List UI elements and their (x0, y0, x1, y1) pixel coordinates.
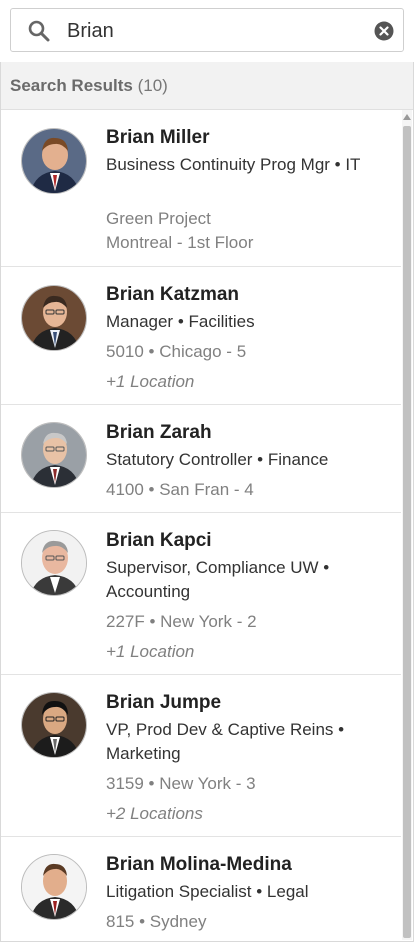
person-title: VP, Prod Dev & Captive Reins • Marketing (106, 720, 345, 763)
avatar (21, 692, 87, 758)
person-name: Brian Jumpe (106, 692, 222, 713)
list-item[interactable]: Brian Molina-Medina Litigation Specialis… (1, 837, 401, 940)
person-title: Supervisor, Compliance UW • Accounting (106, 558, 330, 601)
avatar (21, 285, 87, 351)
list-item[interactable]: Brian Jumpe VP, Prod Dev & Captive Reins… (1, 675, 401, 837)
search-bar: Brian (0, 0, 414, 62)
clear-icon[interactable] (374, 21, 394, 41)
person-name: Brian Molina-Medina (106, 854, 292, 875)
person-location-detail: Montreal - 1st Floor (106, 233, 254, 252)
person-name: Brian Kapci (106, 530, 212, 551)
person-title: Statutory Controller • Finance (106, 450, 329, 469)
list-item[interactable]: Brian Katzman Manager • Facilities 5010 … (1, 267, 401, 405)
person-location: 5010 • Chicago - 5 (106, 342, 247, 361)
extra-locations[interactable]: +1 Location (106, 640, 194, 664)
person-location: 227F • New York - 2 (106, 612, 257, 631)
scroll-up-arrow-icon[interactable] (403, 114, 411, 120)
person-title: Manager • Facilities (106, 312, 255, 331)
avatar (21, 530, 87, 596)
search-icon (28, 20, 50, 42)
list-item[interactable]: Brian Miller Business Continuity Prog Mg… (1, 110, 401, 267)
person-name: Brian Miller (106, 127, 210, 148)
extra-locations[interactable]: +1 Location (106, 370, 194, 394)
results-list: Brian Miller Business Continuity Prog Mg… (1, 110, 401, 940)
person-location: 4100 • San Fran - 4 (106, 480, 254, 499)
list-item[interactable]: Brian Zarah Statutory Controller • Finan… (1, 405, 401, 513)
results-label: Search Results (10, 76, 133, 95)
person-name: Brian Katzman (106, 284, 240, 305)
avatar (21, 854, 87, 920)
search-input[interactable]: Brian (67, 19, 114, 43)
results-header: Search Results (10) (1, 62, 413, 110)
scrollbar[interactable] (402, 110, 412, 940)
person-name: Brian Zarah (106, 422, 212, 443)
results-count: (10) (137, 76, 168, 95)
list-item[interactable]: Brian Kapci Supervisor, Compliance UW • … (1, 513, 401, 675)
person-location: Green Project (106, 209, 211, 228)
person-location: 815 • Sydney (106, 912, 207, 931)
avatar (21, 422, 87, 488)
scroll-thumb[interactable] (403, 126, 411, 938)
extra-locations[interactable]: +2 Locations (106, 802, 203, 826)
avatar (21, 128, 87, 194)
person-title: Business Continuity Prog Mgr • IT (106, 155, 361, 174)
person-title: Litigation Specialist • Legal (106, 882, 309, 901)
person-location: 3159 • New York - 3 (106, 774, 256, 793)
search-field[interactable]: Brian (10, 8, 404, 52)
